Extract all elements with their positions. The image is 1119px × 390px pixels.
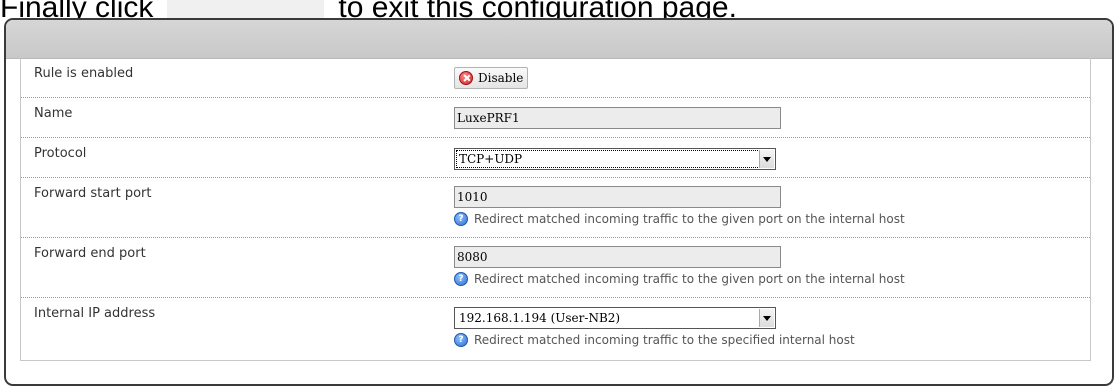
forward-end-port-label: Forward end port — [34, 246, 146, 261]
help-icon: ? — [454, 333, 468, 347]
disable-button[interactable]: Disable — [454, 67, 529, 89]
internal-ip-help: ? Redirect matched incoming traffic to t… — [454, 333, 855, 347]
row-rule-enabled: Rule is enabled Disable — [21, 58, 1090, 98]
disable-button-label: Disable — [478, 71, 524, 85]
help-icon: ? — [454, 212, 468, 226]
row-internal-ip: Internal IP address 192.168.1.194 (User-… — [21, 298, 1090, 360]
row-forward-start-port: Forward start port 1010 ? Redirect match… — [21, 178, 1090, 238]
forward-end-port-help-text: Redirect matched incoming traffic to the… — [474, 272, 905, 286]
internal-ip-select[interactable]: 192.168.1.194 (User-NB2) — [454, 307, 776, 329]
name-label: Name — [34, 106, 73, 121]
row-protocol: Protocol TCP+UDP — [21, 138, 1090, 178]
forward-end-port-help: ? Redirect matched incoming traffic to t… — [454, 272, 905, 286]
chevron-down-icon[interactable] — [759, 150, 774, 168]
forward-start-port-help: ? Redirect matched incoming traffic to t… — [454, 212, 905, 226]
forward-start-port-help-text: Redirect matched incoming traffic to the… — [474, 212, 905, 226]
rule-enabled-label: Rule is enabled — [34, 66, 134, 81]
protocol-select[interactable]: TCP+UDP — [454, 148, 776, 170]
name-input[interactable]: LuxePRF1 — [454, 107, 781, 129]
row-name: Name LuxePRF1 — [21, 98, 1090, 138]
internal-ip-label: Internal IP address — [34, 306, 156, 321]
forward-start-port-input[interactable]: 1010 — [454, 186, 781, 208]
row-forward-end-port: Forward end port 8080 ? Redirect matched… — [21, 238, 1090, 298]
chevron-down-icon[interactable] — [759, 309, 774, 327]
protocol-label: Protocol — [34, 146, 87, 161]
protocol-select-value: TCP+UDP — [459, 152, 523, 166]
forward-start-port-label: Forward start port — [34, 186, 152, 201]
internal-ip-select-value: 192.168.1.194 (User-NB2) — [459, 311, 621, 325]
forward-end-port-input[interactable]: 8080 — [454, 246, 781, 268]
help-icon: ? — [454, 272, 468, 286]
panel-header — [6, 20, 1112, 59]
close-circle-icon — [459, 71, 473, 85]
port-forward-form: Rule is enabled Disable Name LuxePRF1 Pr… — [20, 57, 1091, 361]
internal-ip-help-text: Redirect matched incoming traffic to the… — [474, 333, 855, 347]
